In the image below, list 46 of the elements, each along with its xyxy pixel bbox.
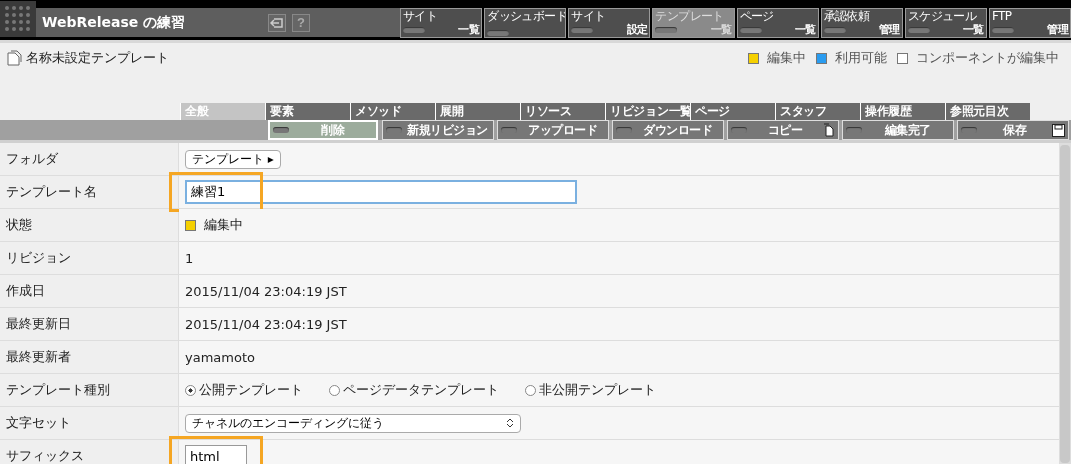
field-value: 2015/11/04 23:04:19 JST — [185, 316, 347, 332]
field-value: 2015/11/04 23:04:19 JST — [185, 283, 347, 299]
name-input-field[interactable]: 練習1 — [185, 180, 577, 204]
logout-button[interactable] — [268, 13, 286, 32]
toolbar-button[interactable]: 編集完了 — [842, 120, 954, 140]
toolbar-button[interactable]: ダウンロード — [612, 120, 724, 140]
toolbar-button[interactable]: コピー — [727, 120, 839, 140]
toolbar-button[interactable]: 新規リビジョン — [382, 120, 494, 140]
nav-button[interactable]: ページ 一覧 — [736, 8, 819, 38]
legend-label: 編集中 — [767, 49, 806, 67]
grid-logo-icon — [0, 1, 36, 37]
legend-label: コンポーネントが編集中 — [916, 49, 1059, 67]
nav-button[interactable]: FTP 管理 — [988, 8, 1071, 38]
radio-option[interactable]: 公開テンプレート — [185, 381, 303, 399]
legend-label: 利用可能 — [835, 49, 887, 67]
tab[interactable]: 展開 — [435, 103, 520, 120]
tab[interactable]: スタッフ — [775, 103, 860, 120]
document-icon — [6, 50, 22, 66]
tab[interactable]: リソース — [520, 103, 605, 120]
updown-arrow-icon — [506, 418, 514, 428]
field-value: 編集中 — [204, 216, 243, 234]
radio-option[interactable]: 非公開テンプレート — [525, 381, 656, 399]
nav-button[interactable]: ダッシュボード — [484, 8, 567, 38]
tab[interactable]: メソッド — [350, 103, 435, 120]
charset-select[interactable]: チャネルのエンコーディングに従う — [185, 413, 521, 433]
tab[interactable]: ページ — [690, 103, 775, 120]
suffix-input-field[interactable]: html — [185, 445, 247, 464]
tab[interactable]: 参照元目次 — [945, 103, 1030, 120]
radio-option[interactable]: ページデータテンプレート — [329, 381, 499, 399]
window-title: WebRelease の練習 — [42, 13, 187, 32]
nav-button[interactable]: サイト 一覧 — [400, 8, 483, 38]
tab[interactable]: リビジョン一覧 — [605, 103, 690, 120]
copy-icon — [823, 123, 835, 137]
nav-button[interactable]: スケジュール 一覧 — [904, 8, 987, 38]
toolbar-button[interactable]: アップロード — [497, 120, 609, 140]
folder-select[interactable]: テンプレート ▸ — [185, 149, 281, 169]
nav-button[interactable]: 承認依頼 管理 — [820, 8, 903, 38]
nav-button[interactable]: サイト 設定 — [568, 8, 651, 38]
field-value: 1 — [185, 250, 194, 266]
tab[interactable]: 操作履歴 — [860, 103, 945, 120]
toolbar-button[interactable]: 保存 — [957, 120, 1069, 140]
field-value: yamamoto — [185, 349, 255, 365]
page-title: 名称未設定テンプレート — [26, 49, 169, 67]
scrollbar[interactable] — [1059, 143, 1071, 464]
save-icon — [1052, 123, 1065, 137]
tab[interactable]: 要素 — [265, 103, 350, 120]
